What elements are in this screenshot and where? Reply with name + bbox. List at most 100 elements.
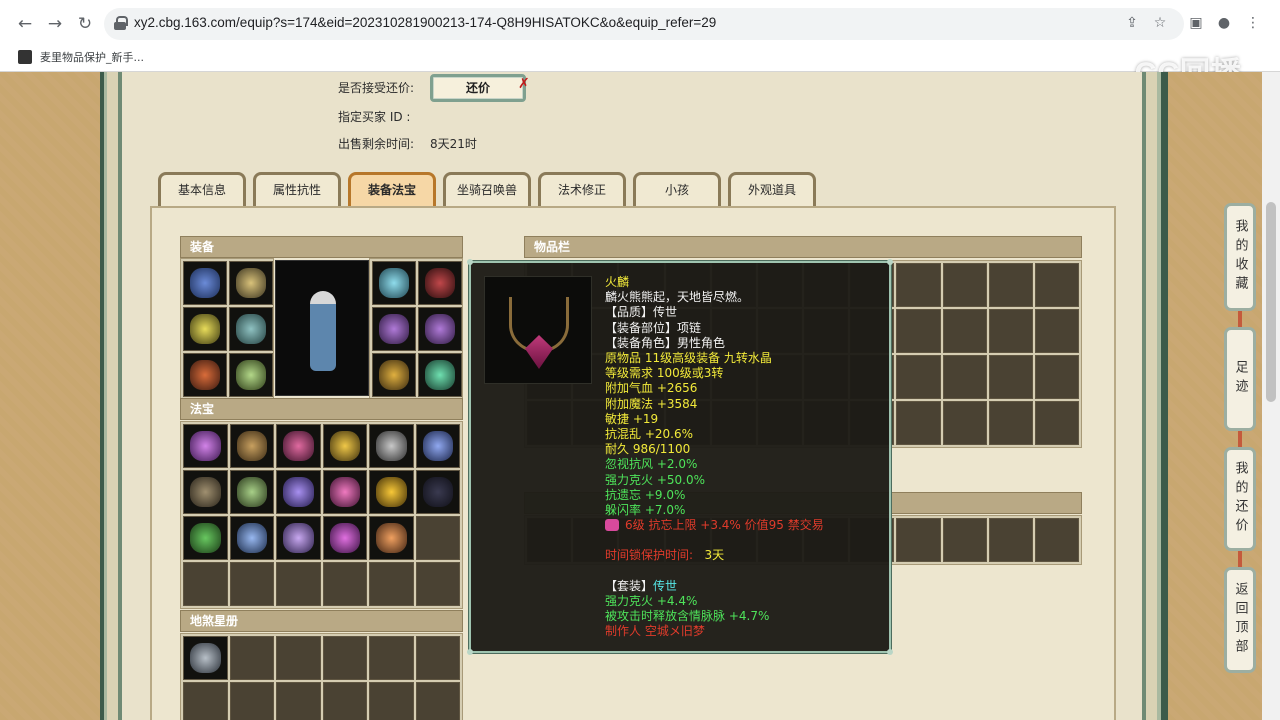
my-counter-offers-button[interactable]: 我的还价 (1224, 447, 1256, 551)
star-book-slot-empty (415, 636, 460, 680)
tab-child[interactable]: 小孩 (633, 172, 721, 206)
scrollbar-thumb[interactable] (1266, 202, 1276, 402)
item-slot[interactable] (1034, 309, 1079, 353)
treasure-slot[interactable] (229, 470, 274, 514)
item-slot[interactable] (1034, 355, 1079, 399)
share-icon[interactable]: ⇪ (1123, 14, 1141, 32)
back-icon[interactable]: ← (14, 13, 36, 35)
treasure-slot[interactable] (229, 424, 274, 468)
counter-offer-button[interactable]: 还价 (430, 74, 526, 102)
star-book-grid (180, 633, 463, 720)
tooltip-mp: 附加魔法 +3584 (605, 396, 698, 411)
treasure-slot[interactable] (322, 424, 367, 468)
star-book-slot-empty (322, 636, 367, 680)
item-slot[interactable] (988, 401, 1033, 445)
treasure-slot[interactable] (276, 470, 321, 514)
equip-slot[interactable] (229, 261, 273, 305)
treasure-slot[interactable] (369, 470, 414, 514)
treasure-item-icon (376, 477, 407, 507)
profile-icon[interactable]: ● (1215, 14, 1233, 32)
tooltip-durability: 耐久 986/1100 (605, 442, 691, 457)
lock-icon (114, 16, 128, 30)
star-book-header: 地煞星册 (180, 610, 463, 632)
equip-slot[interactable] (372, 307, 416, 351)
item-slot[interactable] (1034, 401, 1079, 445)
treasure-slot[interactable] (183, 516, 228, 560)
equipment-header: 装备 (180, 236, 463, 258)
tooltip-description: 麟火熊熊起，天地皆尽燃。 (605, 290, 750, 305)
address-bar[interactable]: xy2.cbg.163.com/equip?s=174&eid=20231028… (104, 8, 1184, 40)
item-slot[interactable] (988, 309, 1033, 353)
treasure-item-icon (329, 477, 360, 507)
back-to-top-button[interactable]: 返回顶部 (1224, 567, 1256, 673)
item-slot[interactable] (988, 518, 1033, 562)
item-slot[interactable] (896, 309, 941, 353)
tooltip-quality: 【品质】传世 (605, 305, 678, 320)
item-slot[interactable] (942, 263, 987, 307)
footprint-button[interactable]: 足迹 (1224, 327, 1256, 431)
treasure-slot[interactable] (229, 516, 274, 560)
tooltip-text: 火麟 麟火熊熊起，天地皆尽燃。 【品质】传世 【装备部位】项链 【装备角色】男性… (605, 275, 885, 639)
equip-slot[interactable] (418, 307, 462, 351)
item-slot[interactable] (942, 309, 987, 353)
treasure-slot[interactable] (369, 424, 414, 468)
treasure-item-icon (376, 523, 407, 553)
equip-slot[interactable] (183, 353, 227, 397)
treasure-slot[interactable] (276, 424, 321, 468)
tooltip-slot: 【装备部位】项链 (605, 320, 702, 335)
equip-slot[interactable] (229, 353, 273, 397)
ring-item-icon (425, 314, 455, 344)
item-slot[interactable] (896, 263, 941, 307)
equip-slot[interactable] (229, 307, 273, 351)
tooltip-time-protect-value: 3天 (704, 548, 725, 563)
star-icon[interactable]: ☆ (1151, 14, 1169, 32)
sidepanel-icon[interactable]: ▣ (1187, 14, 1205, 32)
my-favorites-button[interactable]: 我的收藏 (1224, 203, 1256, 311)
treasure-slot[interactable] (369, 516, 414, 560)
item-slot[interactable] (942, 355, 987, 399)
star-book-slot[interactable] (183, 636, 228, 680)
item-slot[interactable] (942, 518, 987, 562)
scrollbar[interactable] (1262, 72, 1280, 720)
url-text: xy2.cbg.163.com/equip?s=174&eid=20231028… (134, 15, 717, 30)
tab-basic-info[interactable]: 基本信息 (158, 172, 246, 206)
orb-item-icon (425, 360, 455, 390)
equip-slot[interactable] (418, 353, 462, 397)
item-slot[interactable] (988, 263, 1033, 307)
item-slot[interactable] (896, 401, 941, 445)
equip-slot[interactable] (418, 261, 462, 305)
item-slot[interactable] (1034, 263, 1079, 307)
treasure-slot[interactable] (322, 470, 367, 514)
treasure-slot[interactable] (415, 470, 460, 514)
remaining-time-value: 8天21时 (430, 137, 477, 151)
item-tooltip: 火麟 麟火熊熊起，天地皆尽燃。 【品质】传世 【装备部位】项链 【装备角色】男性… (467, 259, 893, 655)
treasure-slot[interactable] (322, 516, 367, 560)
item-slot[interactable] (988, 355, 1033, 399)
equip-slot[interactable] (372, 353, 416, 397)
tab-mounts-pets[interactable]: 坐骑召唤兽 (443, 172, 531, 206)
treasure-slot[interactable] (183, 470, 228, 514)
tab-attributes[interactable]: 属性抗性 (253, 172, 341, 206)
tooltip-corner (887, 259, 893, 265)
equip-slot[interactable] (183, 307, 227, 351)
item-slot[interactable] (942, 401, 987, 445)
reload-icon[interactable]: ↻ (74, 13, 96, 35)
equip-slot[interactable] (372, 261, 416, 305)
forward-icon[interactable]: → (44, 13, 66, 35)
treasure-slot[interactable] (276, 516, 321, 560)
star-book-item-icon (190, 643, 221, 673)
item-slot[interactable] (896, 518, 941, 562)
treasure-slot[interactable] (415, 424, 460, 468)
tab-appearance[interactable]: 外观道具 (728, 172, 816, 206)
bookmark-item[interactable]: 麦里物品保护_新手... (18, 48, 144, 66)
treasure-item-icon (376, 431, 407, 461)
equip-slot[interactable] (183, 261, 227, 305)
treasure-slot[interactable] (183, 424, 228, 468)
item-slot[interactable] (1034, 518, 1079, 562)
browser-chrome: ← → ↻ xy2.cbg.163.com/equip?s=174&eid=20… (0, 0, 1280, 90)
item-slot[interactable] (896, 355, 941, 399)
treasure-slot-empty (322, 562, 367, 606)
tab-spell-correction[interactable]: 法术修正 (538, 172, 626, 206)
menu-icon[interactable]: ⋮ (1244, 14, 1262, 32)
tab-equipment[interactable]: 装备法宝 (348, 172, 436, 206)
